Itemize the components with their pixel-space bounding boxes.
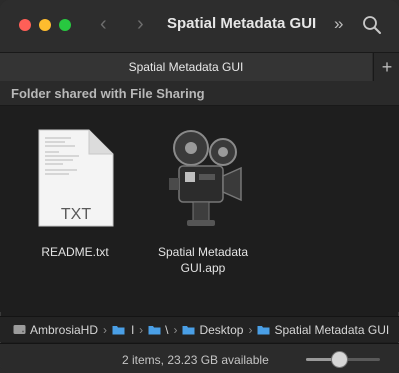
breadcrumb-desktop[interactable]: Desktop (182, 323, 243, 337)
tab-label: Spatial Metadata GUI (128, 60, 244, 74)
folder-icon (182, 326, 195, 335)
breadcrumb-label: Spatial Metadata GUI (274, 322, 390, 337)
tab-bar: Spatial Metadata GUI + (0, 52, 399, 82)
window-title: Spatial Metadata GUI (167, 15, 317, 32)
hard-drive-icon (13, 325, 26, 334)
txt-document-icon: TXT (38, 129, 114, 227)
folder-icon (112, 326, 125, 335)
breadcrumb-folder-1[interactable]: l (112, 323, 134, 337)
file-name-app: Spatial Metadata GUI.app (157, 245, 249, 275)
file-area[interactable]: TXT README.txt Spatial Metadata GUI.app (0, 106, 399, 312)
chevron-right-icon: › (137, 13, 144, 35)
breadcrumb-separator: › (103, 322, 108, 337)
path-bar: AmbrosiaHD › l › \ › Desktop › Spatial M… (0, 316, 399, 342)
breadcrumb-label: AmbrosiaHD (30, 322, 99, 337)
breadcrumb-separator: › (248, 322, 253, 337)
title-bar: ‹ › Spatial Metadata GUI » (0, 0, 399, 52)
breadcrumb-spatial-metadata-gui[interactable]: Spatial Metadata GUI (257, 323, 389, 337)
search-button[interactable] (362, 15, 382, 35)
double-chevron-icon: » (334, 14, 344, 33)
minimize-button[interactable] (39, 19, 51, 31)
zoom-button[interactable] (59, 19, 71, 31)
new-tab-button[interactable]: + (373, 53, 399, 81)
breadcrumb-label: \ (165, 322, 169, 337)
txt-badge: TXT (61, 206, 91, 223)
toolbar-overflow-button[interactable]: » (334, 14, 343, 34)
close-button[interactable] (19, 19, 31, 31)
back-button[interactable]: ‹ (100, 14, 107, 34)
slider-thumb[interactable] (332, 352, 348, 367)
breadcrumb-separator: › (173, 322, 178, 337)
tab-spatial-metadata-gui[interactable]: Spatial Metadata GUI (0, 53, 372, 81)
movie-camera-app-icon (169, 130, 242, 226)
plus-icon: + (381, 56, 393, 77)
folder-icon (257, 326, 270, 335)
breadcrumb-separator: › (139, 322, 144, 337)
forward-button[interactable]: › (137, 14, 144, 34)
icon-size-slider[interactable] (306, 352, 380, 367)
status-text: 2 items, 23.23 GB available (122, 353, 269, 367)
shared-folder-banner: Folder shared with File Sharing (0, 81, 399, 106)
breadcrumb-label: l (129, 322, 135, 337)
finder-window: ‹ › Spatial Metadata GUI » Spatial Metad… (0, 0, 399, 373)
chevron-left-icon: ‹ (100, 13, 107, 35)
file-name-readme: README.txt (41, 245, 109, 259)
shared-folder-text: Folder shared with File Sharing (11, 86, 205, 101)
breadcrumb-folder-2[interactable]: \ (148, 323, 168, 337)
breadcrumb-ambrosiahd[interactable]: AmbrosiaHD (13, 323, 98, 337)
breadcrumb-label: Desktop (199, 322, 244, 337)
status-bar: 2 items, 23.23 GB available (0, 343, 399, 373)
search-icon (363, 16, 381, 34)
folder-icon (148, 326, 161, 335)
